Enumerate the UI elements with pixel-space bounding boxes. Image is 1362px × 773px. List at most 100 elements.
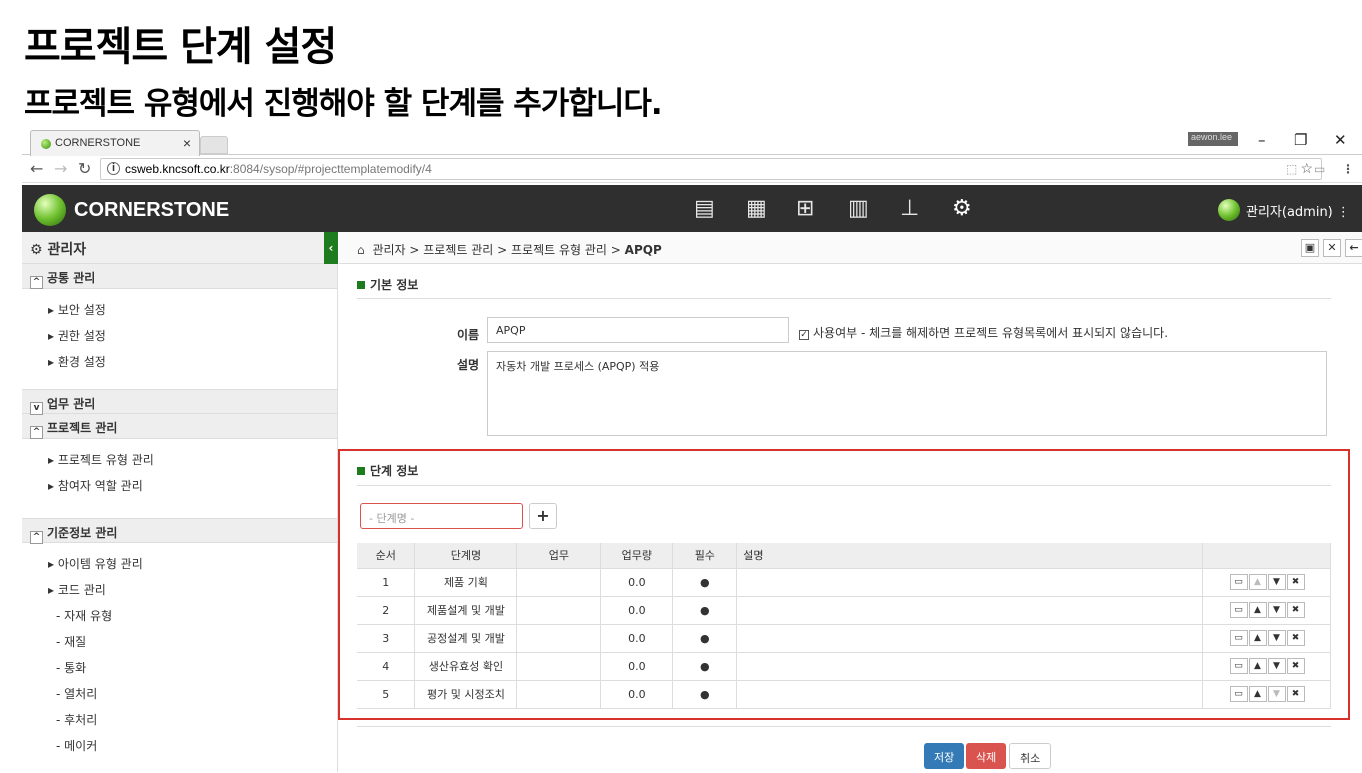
name-label: 이름 xyxy=(457,328,480,342)
sidebar-group-project[interactable]: ^ 프로젝트 관리 xyxy=(22,414,337,439)
sidebar-group-items: ▸ 프로젝트 유형 관리 ▸ 참여자 역할 관리 xyxy=(22,439,337,518)
sidebar-item-security[interactable]: ▸ 보안 설정 xyxy=(22,297,337,323)
sidebar-item-label: 보안 설정 xyxy=(57,303,106,317)
tab-title: CORNERSTONE xyxy=(55,137,141,149)
breadcrumb-item[interactable]: 프로젝트 유형 관리 xyxy=(511,243,607,257)
sidebar-item-item-type[interactable]: ▸ 아이템 유형 관리 xyxy=(22,551,337,577)
list-icon[interactable]: ▤ xyxy=(694,196,715,221)
bookmark-star-icon[interactable]: ☆ xyxy=(1300,160,1313,177)
close-icon[interactable]: ✕ xyxy=(1323,239,1341,257)
sidebar-subitem[interactable]: - 후처리 xyxy=(22,707,337,733)
sidebar-header: ⚙ 관리자 ‹ xyxy=(22,232,338,264)
chart-icon[interactable]: ▥ xyxy=(848,196,869,221)
sidebar-group-master-data[interactable]: ^ 기준정보 관리 xyxy=(22,518,337,544)
gear-icon: ⚙ xyxy=(30,242,43,258)
back-icon[interactable]: ← xyxy=(30,159,43,178)
home-icon[interactable]: ⌂ xyxy=(357,243,365,257)
close-window-icon[interactable]: ✕ xyxy=(1334,131,1347,149)
favicon-icon xyxy=(41,139,51,149)
group-label: 업무 관리 xyxy=(47,397,96,411)
reload-icon[interactable]: ↻ xyxy=(78,159,91,178)
breadcrumb-item[interactable]: 프로젝트 관리 xyxy=(423,243,493,257)
sidebar-item-project-type[interactable]: ▸ 프로젝트 유형 관리 xyxy=(22,447,337,473)
user-name: 관리자(admin) xyxy=(1246,205,1333,220)
use-checkbox[interactable]: ✓ 사용여부 - 체크를 해제하면 프로젝트 유형목록에서 표시되지 않습니다. xyxy=(799,324,1168,341)
breadcrumb: ⌂ 관리자 > 프로젝트 관리 > 프로젝트 유형 관리 > APQP ▣ ✕ … xyxy=(339,232,1362,264)
highlight-box xyxy=(338,449,1350,720)
name-input[interactable]: APQP xyxy=(487,317,789,343)
share-icon[interactable]: ⊞ xyxy=(796,196,814,221)
group-label: 공통 관리 xyxy=(47,271,96,285)
sidebar-title: 관리자 xyxy=(47,242,87,258)
info-icon[interactable]: i xyxy=(107,162,120,175)
cast-extension-icon[interactable]: ▭ xyxy=(1314,162,1325,176)
sidebar-group-common[interactable]: ^ 공통 관리 xyxy=(22,264,337,289)
org-chart-icon[interactable]: ⊥ xyxy=(900,196,919,221)
url-path: :8084/sysop/#projecttemplatemodify/4 xyxy=(229,162,432,176)
collapse-icon: ^ xyxy=(30,531,43,544)
collapse-icon: ^ xyxy=(30,276,43,289)
sidebar-item-label: 환경 설정 xyxy=(57,355,106,369)
document-edit-icon[interactable]: ▦ xyxy=(746,196,767,221)
sidebar: ⚙ 관리자 ‹ ^ 공통 관리 ▸ 보안 설정 ▸ 권한 설정 ▸ 환경 설정 v… xyxy=(22,232,338,773)
group-label: 프로젝트 관리 xyxy=(47,421,118,435)
divider xyxy=(357,298,1331,299)
profile-chip[interactable]: aewon.lee xyxy=(1188,132,1238,146)
minimize-icon[interactable]: – xyxy=(1258,131,1266,149)
sidebar-item-code[interactable]: ▸ 코드 관리 xyxy=(22,577,337,603)
gear-icon[interactable]: ⚙ xyxy=(952,196,972,221)
collapse-icon: ^ xyxy=(30,426,43,439)
description-label: 설명 xyxy=(457,358,480,372)
forward-icon[interactable]: → xyxy=(54,159,67,178)
sidebar-item-label: 참여자 역할 관리 xyxy=(57,479,143,493)
sidebar-item-label: 아이템 유형 관리 xyxy=(57,557,143,571)
url-input[interactable]: i csweb.kncsoft.co.kr:8084/sysop/#projec… xyxy=(100,158,1322,180)
address-bar: ← → ↻ i csweb.kncsoft.co.kr:8084/sysop/#… xyxy=(22,156,1362,183)
sidebar-subitem[interactable]: - 재질 xyxy=(22,629,337,655)
description-textarea[interactable]: 자동차 개발 프로세스 (APQP) 적용 xyxy=(487,351,1327,436)
new-tab-button[interactable] xyxy=(200,136,228,154)
app-header: CORNERSTONE ▤ ▦ ⊞ ▥ ⊥ ⚙ 관리자(admin) ⋮ xyxy=(22,185,1362,232)
sidebar-subitem[interactable]: - 자재 유형 xyxy=(22,603,337,629)
pdf-extension-icon[interactable]: ⬚ xyxy=(1286,162,1297,176)
restore-icon[interactable]: ❐ xyxy=(1294,131,1307,149)
section-label: 기본 정보 xyxy=(370,278,419,292)
tab-bar: CORNERSTONE × aewon.lee – ❐ ✕ xyxy=(22,128,1362,156)
sidebar-subitem[interactable]: - 통화 xyxy=(22,655,337,681)
breadcrumb-current: APQP xyxy=(624,243,662,257)
save-icon[interactable]: ▣ xyxy=(1301,239,1319,257)
sidebar-item-label: 권한 설정 xyxy=(57,329,106,343)
sidebar-item-label: 프로젝트 유형 관리 xyxy=(57,453,154,467)
url-host: csweb.kncsoft.co.kr xyxy=(125,162,230,176)
browser-menu-icon[interactable]: ⋮ xyxy=(1342,162,1354,176)
sidebar-group-work[interactable]: v 업무 관리 xyxy=(22,389,337,415)
tab-close-icon[interactable]: × xyxy=(183,135,191,151)
sidebar-group-items: ▸ 보안 설정 ▸ 권한 설정 ▸ 환경 설정 xyxy=(22,289,337,389)
checkbox-label: 사용여부 - 체크를 해제하면 프로젝트 유형목록에서 표시되지 않습니다. xyxy=(813,326,1169,340)
browser-tab[interactable]: CORNERSTONE × xyxy=(30,130,200,156)
checkbox-checked-icon[interactable]: ✓ xyxy=(799,330,809,340)
slide-subtitle: 프로젝트 유형에서 진행해야 할 단계를 추가합니다. xyxy=(24,86,663,122)
avatar[interactable] xyxy=(1218,199,1240,221)
sidebar-item-participant-role[interactable]: ▸ 참여자 역할 관리 xyxy=(22,473,337,499)
sidebar-group-items: ▸ 아이템 유형 관리 ▸ 코드 관리 - 자재 유형 - 재질 - 통화 - … xyxy=(22,543,337,773)
back-icon[interactable]: ← xyxy=(1345,239,1362,257)
sidebar-item-environment[interactable]: ▸ 환경 설정 xyxy=(22,349,337,375)
sidebar-item-label: 코드 관리 xyxy=(57,583,106,597)
save-button[interactable]: 저장 xyxy=(924,743,965,769)
sidebar-collapse-button[interactable]: ‹ xyxy=(324,232,338,264)
sidebar-item-permission[interactable]: ▸ 권한 설정 xyxy=(22,323,337,349)
expand-icon: v xyxy=(30,402,43,415)
basic-info-title: 기본 정보 xyxy=(357,276,418,293)
cancel-button[interactable]: 취소 xyxy=(1009,743,1052,769)
sidebar-subitem[interactable]: - 열처리 xyxy=(22,681,337,707)
delete-button[interactable]: 삭제 xyxy=(966,743,1007,769)
user-menu[interactable]: 관리자(admin) ⋮ xyxy=(1246,201,1350,220)
breadcrumb-item[interactable]: 관리자 xyxy=(372,243,405,257)
divider xyxy=(357,726,1331,727)
slide-title: 프로젝트 단계 설정 xyxy=(24,24,337,70)
group-label: 기준정보 관리 xyxy=(47,526,118,540)
brand-name[interactable]: CORNERSTONE xyxy=(74,199,229,222)
section-marker xyxy=(357,281,365,289)
sidebar-subitem[interactable]: - 메이커 xyxy=(22,733,337,759)
